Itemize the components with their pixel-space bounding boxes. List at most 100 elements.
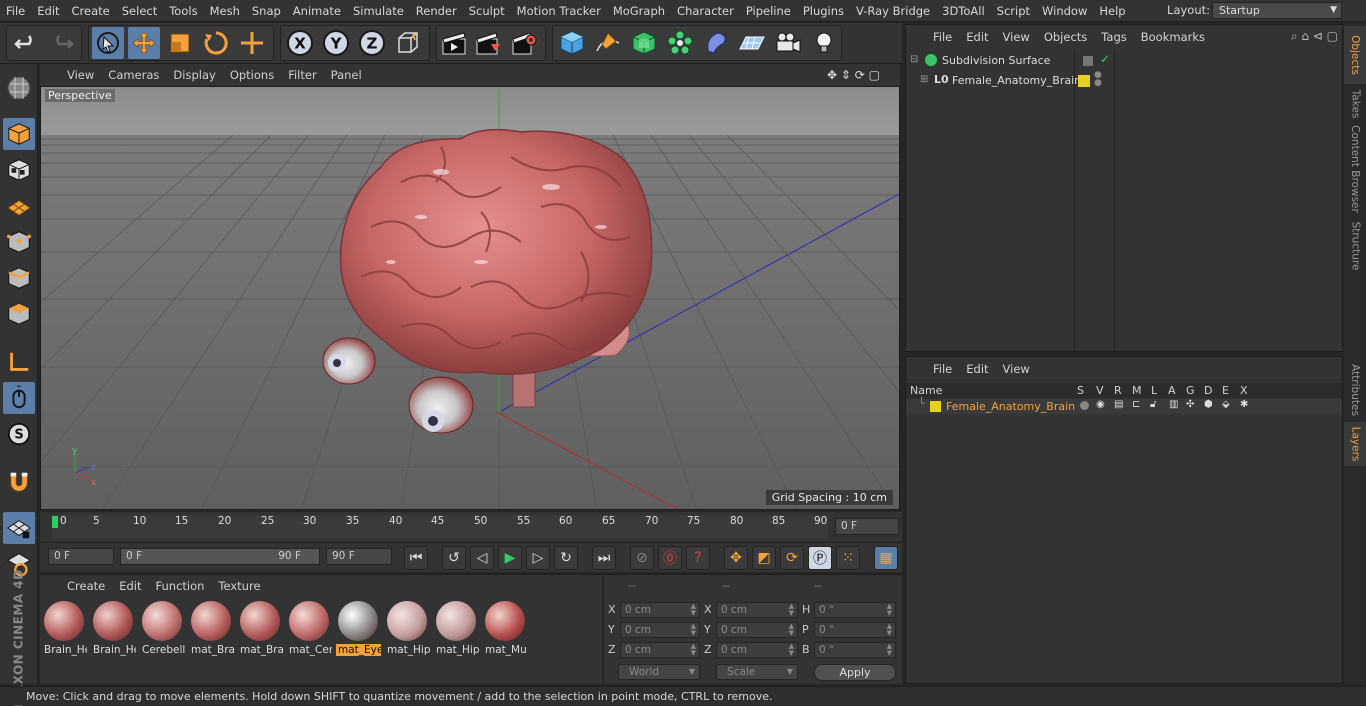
render-view-button[interactable] (438, 27, 470, 59)
menu-plugins[interactable]: Plugins (797, 4, 850, 18)
workplane-mode-button[interactable] (3, 190, 35, 222)
menu-sculpt[interactable]: Sculpt (463, 4, 511, 18)
layer-col-deformers[interactable]: D (1204, 384, 1212, 397)
checkmark-icon[interactable]: ✓ (1100, 52, 1110, 66)
scale-tool-button[interactable] (164, 27, 196, 59)
redo-button[interactable] (46, 27, 78, 59)
material-swatch[interactable]: Brain_He (91, 599, 136, 659)
material-swatch[interactable]: mat_Hip (385, 599, 430, 659)
viewport-menu-display[interactable]: Display (166, 68, 222, 82)
material-swatch[interactable]: Brain_He (42, 599, 87, 659)
viewport-menu-filter[interactable]: Filter (281, 68, 323, 82)
y-axis-lock-button[interactable]: Y (320, 27, 352, 59)
material-menu-function[interactable]: Function (149, 579, 212, 593)
viewport-menu-options[interactable]: Options (223, 68, 281, 82)
tree-expand-icon[interactable]: ⊞ (920, 74, 928, 85)
viewport-menu-cameras[interactable]: Cameras (101, 68, 166, 82)
menu-window[interactable]: Window (1036, 4, 1093, 18)
start-frame-field[interactable]: 0 F (48, 548, 114, 565)
rotation-h-field[interactable]: 0 ° ▲ ▼ (814, 602, 896, 618)
menu-select[interactable]: Select (116, 4, 163, 18)
render-clapper-icon[interactable]: ▤ (1114, 399, 1123, 410)
menu-tools[interactable]: Tools (163, 4, 203, 18)
menu-simulate[interactable]: Simulate (347, 4, 410, 18)
pen-spline-button[interactable] (592, 27, 624, 59)
animation-icon[interactable]: ▥ (1169, 399, 1178, 410)
next-keyframe-button[interactable]: ↻ (554, 546, 578, 570)
menu-file[interactable]: File (0, 4, 31, 18)
viewport-menu-panel[interactable]: Panel (324, 68, 369, 82)
solo-mode-button[interactable]: S (3, 418, 35, 450)
layer-col-solo[interactable]: S (1077, 384, 1084, 397)
play-button[interactable]: ▶ (498, 546, 522, 570)
current-frame-field[interactable]: 0 F (835, 518, 899, 535)
menu-3dtoall[interactable]: 3DToAll (936, 4, 991, 18)
layer-col-manager[interactable]: M (1132, 384, 1142, 397)
layers-menu-view[interactable]: View (996, 362, 1037, 376)
position-y-field[interactable]: 0 cm ▲ ▼ (620, 622, 700, 638)
cube-object-button[interactable] (556, 27, 588, 59)
key-scale-button[interactable]: ◩ (752, 546, 776, 570)
axis-mode-button[interactable] (3, 346, 35, 378)
playhead[interactable] (52, 516, 58, 528)
material-menu-create[interactable]: Create (60, 579, 112, 593)
snap-button[interactable] (3, 466, 35, 498)
position-z-field[interactable]: 0 cm ▲ ▼ (620, 642, 700, 658)
go-to-start-button[interactable]: ⏮ (404, 546, 428, 570)
move-tool-button[interactable] (128, 27, 160, 59)
edges-mode-button[interactable] (3, 262, 35, 294)
z-axis-lock-button[interactable]: Z (356, 27, 388, 59)
make-editable-button[interactable] (3, 72, 35, 104)
generator-icon[interactable]: ✣ (1186, 399, 1194, 410)
tree-collapse-icon[interactable]: ⊟ (910, 54, 918, 65)
visibility-dots-icon[interactable]: ● ● (1094, 71, 1102, 88)
objects-menu-tags[interactable]: Tags (1094, 30, 1133, 44)
menu-create[interactable]: Create (66, 4, 116, 18)
frame-range-slider[interactable]: 0 F 90 F (120, 548, 320, 565)
material-swatch[interactable]: mat_Bra (189, 599, 234, 659)
layer-color-swatch[interactable] (930, 401, 941, 412)
render-picture-viewer-button[interactable] (472, 27, 504, 59)
rotate-tool-button[interactable] (200, 27, 232, 59)
subdivision-edit-toggle[interactable] (1082, 55, 1094, 67)
tab-layers[interactable]: Layers (1344, 422, 1366, 466)
rotation-p-field[interactable]: 0 ° ▲ ▼ (814, 622, 896, 638)
menu-render[interactable]: Render (410, 4, 463, 18)
layer-col-xref[interactable]: X (1240, 384, 1248, 397)
material-menu-edit[interactable]: Edit (112, 579, 148, 593)
rotation-b-field[interactable]: 0 ° ▲ ▼ (814, 642, 896, 658)
tree-item-female-anatomy-brain[interactable]: ⊞ L0 Female_Anatomy_Brain (920, 73, 1081, 91)
subdivision-surface-button[interactable] (628, 27, 660, 59)
layer-name[interactable]: Female_Anatomy_Brain (946, 400, 1075, 413)
objects-menu-view[interactable]: View (996, 30, 1037, 44)
eye-icon[interactable]: ◉ (1096, 399, 1105, 410)
objects-menu-objects[interactable]: Objects (1037, 30, 1094, 44)
menu-script[interactable]: Script (991, 4, 1036, 18)
light-button[interactable] (808, 27, 840, 59)
layer-color-swatch[interactable] (1078, 75, 1090, 87)
previous-frame-button[interactable]: ◁ (470, 546, 494, 570)
tab-takes[interactable]: Takes (1344, 86, 1366, 122)
key-pla-button[interactable]: ⁙ (836, 546, 860, 570)
key-parameter-button[interactable]: Ⓟ (808, 546, 832, 570)
timeline-ruler[interactable]: 0 5 10 15 20 25 30 35 40 45 50 55 60 65 … (40, 512, 902, 542)
key-rotation-button[interactable]: ⟳ (780, 546, 804, 570)
apply-button[interactable]: Apply (814, 664, 896, 681)
keyframe-selection-button[interactable]: ? (686, 546, 710, 570)
menu-help[interactable]: Help (1093, 4, 1131, 18)
next-frame-button[interactable]: ▷ (526, 546, 550, 570)
layer-col-render[interactable]: R (1114, 384, 1122, 397)
live-selection-button[interactable] (92, 27, 124, 59)
material-swatch[interactable]: mat_Cer (287, 599, 332, 659)
texture-mode-button[interactable] (3, 154, 35, 186)
layer-col-animation[interactable]: A (1168, 384, 1176, 397)
objects-menu-edit[interactable]: Edit (959, 30, 995, 44)
layer-col-generators[interactable]: G (1186, 384, 1195, 397)
floor-environment-button[interactable] (736, 27, 768, 59)
objects-menu-bookmarks[interactable]: Bookmarks (1134, 30, 1212, 44)
previous-keyframe-button[interactable]: ↺ (442, 546, 466, 570)
object-manager-nav-icons[interactable]: ⌕ ⌂ ⊲ ▢ (1291, 29, 1338, 44)
menu-mograph[interactable]: MoGraph (607, 4, 671, 18)
x-axis-lock-button[interactable]: X (284, 27, 316, 59)
solo-dot-icon[interactable] (1080, 401, 1089, 410)
